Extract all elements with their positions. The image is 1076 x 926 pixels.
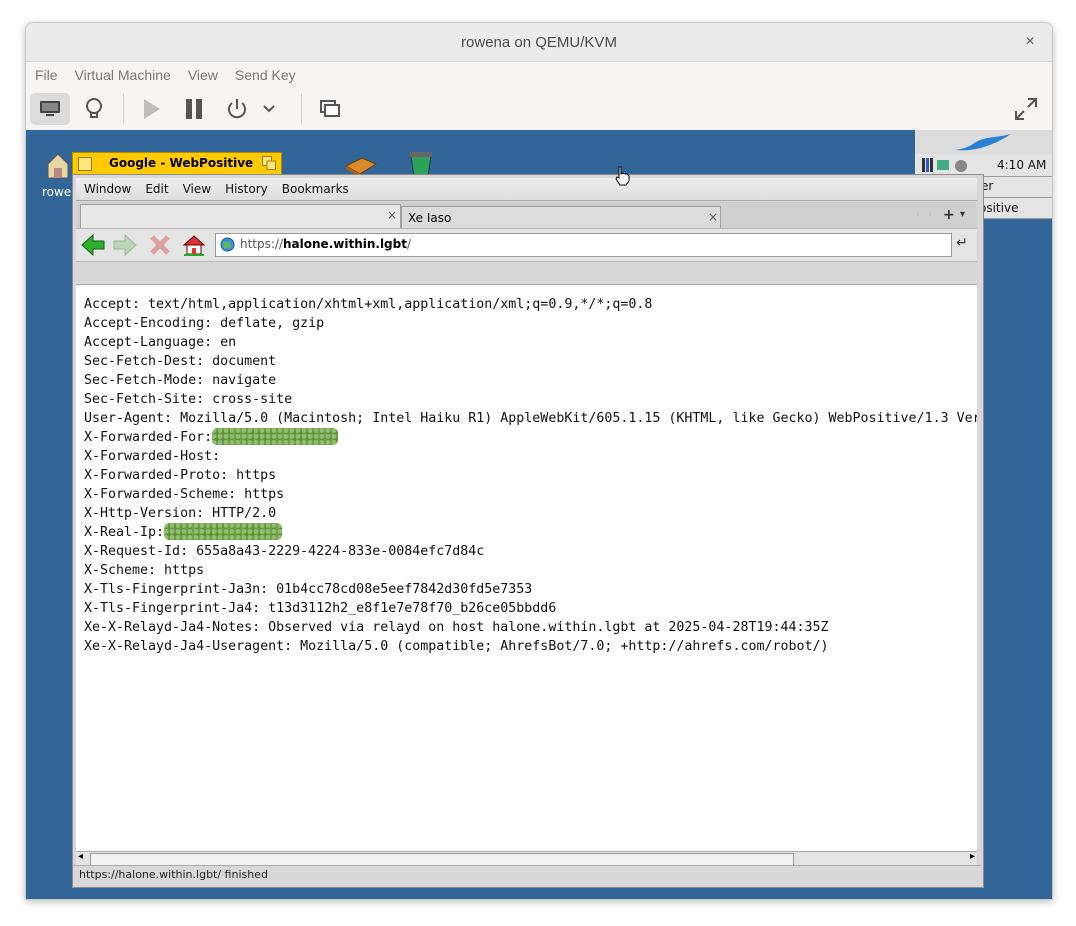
window-zoom-icon[interactable] — [262, 156, 276, 170]
deskbar-menu[interactable] — [915, 130, 1052, 155]
header-line: X-Tls-Fingerprint-Ja3n: 01b4cc78cd08e5ee… — [84, 582, 533, 597]
vm-window: rowena on QEMU/KVM × File Virtual Machin… — [25, 22, 1053, 900]
play-icon — [144, 99, 160, 119]
lightbulb-icon — [86, 98, 102, 118]
header-line: Xe-X-Relayd-Ja4-Useragent: Mozilla/5.0 (… — [84, 639, 829, 654]
header-line: Accept-Encoding: deflate, gzip — [84, 316, 325, 331]
browser-tab-active[interactable]: × — [80, 204, 401, 229]
header-line: X-Request-Id: 655a8a43-2229-4224-833e-00… — [84, 544, 485, 559]
page-content[interactable]: Accept: text/html,application/xhtml+xml,… — [76, 285, 977, 851]
forward-arrow-icon[interactable] — [113, 234, 137, 256]
tab-label: Xe Iaso — [408, 211, 452, 225]
menu-view[interactable]: View — [179, 67, 226, 83]
shutdown-menu-button[interactable] — [257, 93, 281, 125]
close-icon[interactable]: × — [1020, 32, 1040, 52]
webpositive-window-tab[interactable]: Google - WebPositive — [72, 152, 282, 175]
chevron-left-icon[interactable]: ‹ — [916, 209, 920, 220]
header-line: User-Agent: Mozilla/5.0 (Macintosh; Inte… — [84, 411, 977, 426]
guest-screen[interactable]: 4:10 AM er ositive rowe Google - WebPosi… — [26, 130, 1052, 899]
menu-window[interactable]: Window — [76, 182, 137, 196]
globe-icon — [220, 237, 235, 252]
power-icon — [228, 99, 246, 119]
fullscreen-button[interactable] — [1006, 93, 1046, 125]
close-icon[interactable]: × — [708, 210, 718, 224]
url-input[interactable]: https://halone.within.lgbt/ — [215, 233, 952, 257]
back-arrow-icon[interactable] — [81, 234, 105, 256]
header-line: X-Tls-Fingerprint-Ja4: t13d3112h2_e8f1e7… — [84, 601, 557, 616]
new-tab-icon[interactable]: + — [943, 207, 955, 223]
menu-history[interactable]: History — [217, 182, 274, 196]
stop-icon[interactable] — [148, 234, 172, 256]
monitor-icon — [40, 101, 60, 116]
status-text: https://halone.within.lgbt/ finished — [79, 868, 268, 881]
window-close-icon[interactable] — [78, 157, 92, 171]
tab-controls: ‹ › + ▾ — [914, 207, 974, 226]
browser-navbar: https://halone.within.lgbt/ ↵ — [76, 228, 977, 261]
browser-tab[interactable]: Xe Iaso × — [401, 206, 721, 229]
status-bar: https://halone.within.lgbt/ finished — [73, 865, 981, 884]
menu-send-key[interactable]: Send Key — [226, 67, 304, 83]
header-line: Sec-Fetch-Dest: document — [84, 354, 277, 369]
snapshots-button[interactable] — [310, 93, 350, 125]
vm-menubar: File Virtual Machine View Send Key — [26, 62, 1052, 88]
menu-virtual-machine[interactable]: Virtual Machine — [66, 67, 179, 83]
vm-title: rowena on QEMU/KVM — [461, 33, 617, 51]
url-text: https://halone.within.lgbt/ — [240, 237, 412, 251]
request-headers: Accept: text/html,application/xhtml+xml,… — [84, 295, 977, 656]
pause-icon — [186, 99, 202, 119]
header-line: X-Forwarded-Proto: https — [84, 468, 277, 483]
scroll-left-icon[interactable]: ◂ — [78, 851, 83, 862]
pause-button[interactable] — [174, 93, 214, 125]
horizontal-scrollbar[interactable]: ◂ ▸ — [76, 851, 977, 866]
run-button[interactable] — [131, 93, 171, 125]
chevron-down-icon[interactable]: ▾ — [960, 209, 965, 220]
chevron-down-icon — [263, 105, 275, 113]
webpositive-window: Window Edit View History Bookmarks × Xe … — [72, 174, 984, 888]
home-icon[interactable] — [182, 234, 206, 256]
menu-edit[interactable]: Edit — [137, 182, 174, 196]
header-line: X-Http-Version: HTTP/2.0 — [84, 506, 277, 521]
desktop-icon-label: rowe — [42, 185, 72, 199]
header-line-redacted: X-Real-Ip: — [84, 523, 977, 542]
shutdown-button[interactable] — [217, 93, 257, 125]
header-line: Sec-Fetch-Mode: navigate — [84, 373, 277, 388]
browser-subbar — [76, 261, 977, 285]
header-line-redacted: X-Forwarded-For: — [84, 428, 977, 447]
header-line: Xe-X-Relayd-Ja4-Notes: Observed via rela… — [84, 620, 829, 635]
menu-file[interactable]: File — [26, 67, 66, 83]
console-button[interactable] — [30, 93, 70, 125]
haiku-leaf-icon — [955, 134, 1011, 151]
details-button[interactable] — [74, 93, 114, 125]
scroll-right-icon[interactable]: ▸ — [970, 851, 975, 862]
tray-icons — [922, 158, 967, 172]
vm-toolbar — [26, 88, 1052, 131]
vm-titlebar: rowena on QEMU/KVM × — [26, 23, 1052, 62]
webpositive-window-title: Google - WebPositive — [109, 156, 254, 170]
header-line: X-Forwarded-Scheme: https — [84, 487, 285, 502]
expand-icon — [1015, 98, 1037, 120]
header-line: X-Forwarded-Host: — [84, 449, 221, 464]
header-line: Sec-Fetch-Site: cross-site — [84, 392, 293, 407]
browser-tabbar: × Xe Iaso × ‹ › + ▾ — [76, 202, 977, 229]
redaction-blob — [164, 523, 283, 540]
menu-bookmarks[interactable]: Bookmarks — [274, 182, 355, 196]
header-line: Accept-Language: en — [84, 335, 237, 350]
close-icon[interactable]: × — [387, 208, 397, 222]
webpositive-menubar: Window Edit View History Bookmarks — [76, 178, 977, 201]
chevron-right-icon[interactable]: › — [928, 209, 932, 220]
deskbar-clock[interactable]: 4:10 AM — [997, 158, 1046, 172]
header-line: Accept: text/html,application/xhtml+xml,… — [84, 297, 653, 312]
go-icon[interactable]: ↵ — [953, 235, 971, 253]
menu-view[interactable]: View — [175, 182, 217, 196]
snapshot-icon — [320, 100, 340, 117]
header-line: X-Scheme: https — [84, 563, 205, 578]
hand-cursor-icon — [615, 166, 630, 186]
redaction-blob — [212, 428, 339, 445]
home-folder-icon[interactable] — [45, 150, 71, 180]
